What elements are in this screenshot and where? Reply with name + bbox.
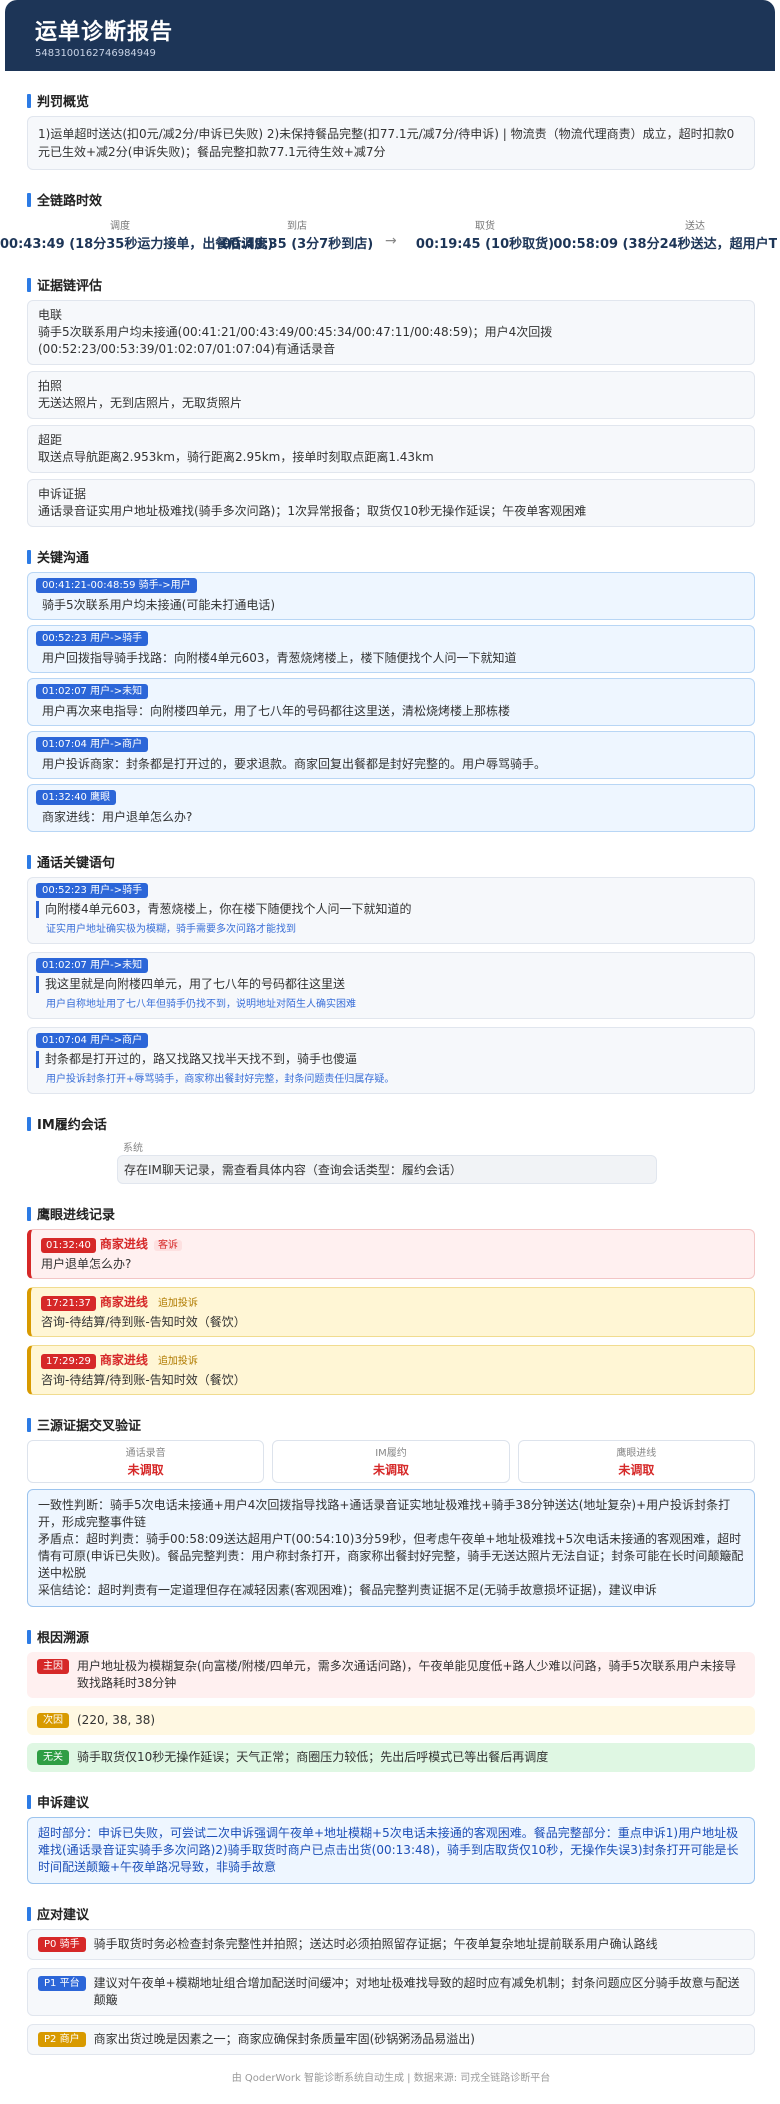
section-comm-title: 关键沟通 xyxy=(27,547,755,566)
response-merchant: P2 商户 商家出货过晚是因素之一；商家应确保封条质量牢固(砂锅粥汤品易溢出) xyxy=(27,2024,755,2055)
hawk-who: 商家进线 xyxy=(99,1237,148,1251)
section-appeal-title: 申诉建议 xyxy=(27,1792,755,1811)
evidence-appeal: 申诉证据 通话录音证实用户地址极难找(骑手多次问路)；1次异常报备；取货仅10秒… xyxy=(27,479,755,527)
call-quote: 封条都是打开过的，路又找路又找半天找不到，骑手也傻逼 xyxy=(36,1051,746,1068)
comm-tag: 01:32:40 鹰眼 xyxy=(36,790,117,805)
hawk-who: 商家进线 xyxy=(99,1353,148,1367)
section-im-title: IM履约会话 xyxy=(27,1114,755,1133)
section-triple-title: 三源证据交叉验证 xyxy=(27,1415,755,1434)
call-tag: 00:52:23 用户->骑手 xyxy=(36,883,149,898)
report-footer: 由 QoderWork 智能诊断系统自动生成 | 数据来源: 司戎全链路诊断平台 xyxy=(231,2073,551,2084)
comm-tag: 01:07:04 用户->商户 xyxy=(36,737,149,752)
status-badge: 未调取 xyxy=(127,1463,164,1477)
call-note: 用户投诉封条打开+辱骂骑手，商家称出餐封好完整，封条问题责任归属存疑。 xyxy=(46,1074,395,1085)
section-hawk-title: 鹰眼进线记录 xyxy=(27,1204,755,1223)
call-item: 01:07:04 用户->商户 封条都是打开过的，路又找路又找半天找不到，骑手也… xyxy=(27,1027,755,1094)
response-platform: P1 平台 建议对午夜单+模糊地址组合增加配送时间缓冲；对地址极难找导致的超时应有… xyxy=(27,1968,755,2016)
source-im-cell: IM履约 未调取 xyxy=(272,1440,510,1483)
section-bar xyxy=(27,277,31,292)
timeline-node-deliver: 送达 00:58:09 (38分24秒送达，超用户T3分59秒) xyxy=(553,221,777,252)
section-bar xyxy=(27,1629,31,1644)
im-message: 系统 存在IM聊天记录，需查看具体内容（查询会话类型：履约会话） xyxy=(27,1139,755,1184)
hawk-kind: 追加投诉 xyxy=(157,1356,198,1367)
section-bar xyxy=(27,1417,31,1432)
comm-tag: 00:52:23 用户->骑手 xyxy=(36,631,149,646)
hawk-kind: 客诉 xyxy=(153,1240,182,1251)
status-badge: 未调取 xyxy=(618,1463,655,1477)
hawk-kind: 追加投诉 xyxy=(157,1298,198,1309)
section-calls-title: 通话关键语句 xyxy=(27,852,755,871)
arrow-right-icon: → xyxy=(385,233,397,249)
call-quote: 我这里就是向附楼四单元，用了七八年的号码都往这里送 xyxy=(36,976,746,993)
hawk-record: 17:21:37 商家进线 追加投诉 咨询-待结算/待到账-告知时效（餐饮） xyxy=(27,1287,755,1337)
root-cause-main: 主因 用户地址极为模糊复杂(向富楼/附楼/四单元，需多次通话问路)，午夜单能见度低… xyxy=(27,1652,755,1698)
hawk-time: 17:21:37 xyxy=(41,1296,96,1311)
report-title: 运单诊断报告 xyxy=(35,20,174,45)
triple-source-cells: 通话录音 未调取 IM履约 未调取 鹰眼进线 未调取 xyxy=(27,1440,755,1483)
section-evidence-title: 证据链评估 xyxy=(27,275,755,294)
section-response-title: 应对建议 xyxy=(27,1904,755,1923)
timeline-node-dispatch: 调度 00:43:49 (18分35秒运力接单，出餐后调度) xyxy=(0,221,274,252)
hawk-record: 01:32:40 商家进线 客诉 用户退单怎么办? xyxy=(27,1229,755,1279)
hawk-time: 01:32:40 xyxy=(41,1238,96,1253)
section-bar xyxy=(27,1906,31,1921)
section-bar xyxy=(27,549,31,564)
comm-item: 00:52:23 用户->骑手 用户回拨指导骑手找路：向附楼4单元603，青葱烧烤… xyxy=(27,625,755,673)
hawk-who: 商家进线 xyxy=(99,1295,148,1309)
judgement-summary: 1)运单超时送达(扣0元/减2分/申诉已失败) 2)未保持餐品完整(扣77.1元… xyxy=(27,116,755,170)
root-cause-unrelated: 无关 骑手取货仅10秒无操作延误；天气正常；商圈压力较低；先出后呼模式已等出餐后再… xyxy=(27,1743,755,1772)
section-judgement-title: 判罚概览 xyxy=(27,91,755,110)
evidence-call: 电联 骑手5次联系用户均未接通(00:41:21/00:43:49/00:45:… xyxy=(27,300,755,365)
hawk-msg: 用户退单怎么办? xyxy=(41,1257,132,1271)
section-bar xyxy=(27,1116,31,1131)
section-bar xyxy=(27,93,31,108)
evidence-photo: 拍照 无送达照片，无到店照片，无取货照片 xyxy=(27,371,755,419)
hawk-msg: 咨询-待结算/待到账-告知时效（餐饮） xyxy=(41,1315,246,1329)
comm-item: 00:41:21-00:48:59 骑手->用户 骑手5次联系用户均未接通(可能未… xyxy=(27,572,755,620)
section-timeline-title: 全链路时效 xyxy=(27,190,755,209)
section-bar xyxy=(27,1794,31,1809)
report-page: 运单诊断报告 5483100162746984949 判罚概览 1)运单超时送达… xyxy=(0,0,777,2104)
call-tag: 01:02:07 用户->未知 xyxy=(36,958,149,973)
source-hawk-cell: 鹰眼进线 未调取 xyxy=(517,1440,755,1483)
comm-item: 01:32:40 鹰眼 商家进线：用户退单怎么办? xyxy=(27,784,755,832)
section-bar xyxy=(27,192,31,207)
comm-tag: 01:02:07 用户->未知 xyxy=(36,684,149,699)
section-root-title: 根因溯源 xyxy=(27,1627,755,1646)
timeline-node-arrive: 到店 00:49:35 (3分7秒到店) xyxy=(222,221,374,252)
appeal-advice: 超时部分：申诉已失败，可尝试二次申诉强调午夜单+地址模糊+5次电话未接通的客观困… xyxy=(27,1817,755,1884)
response-rider: P0 骑手 骑手取货时务必检查封条完整性并拍照；送达时必须拍照留存证据；午夜单复杂… xyxy=(27,1929,755,1960)
im-bubble: 存在IM聊天记录，需查看具体内容（查询会话类型：履约会话） xyxy=(117,1155,657,1184)
source-call-cell: 通话录音 未调取 xyxy=(27,1440,265,1483)
hawk-time: 17:29:29 xyxy=(41,1354,96,1369)
hawk-msg: 咨询-待结算/待到账-告知时效（餐饮） xyxy=(41,1373,246,1387)
section-bar xyxy=(27,1206,31,1221)
timeline: 调度 00:43:49 (18分35秒运力接单，出餐后调度) 到店 00:49:… xyxy=(0,215,777,255)
evidence-distance: 超距 取送点导航距离2.953km，骑行距离2.95km，接单时刻取点距离1.4… xyxy=(27,425,755,473)
hawk-record: 17:29:29 商家进线 追加投诉 咨询-待结算/待到账-告知时效（餐饮） xyxy=(27,1345,755,1395)
status-badge: 未调取 xyxy=(372,1463,409,1477)
call-item: 00:52:23 用户->骑手 向附楼4单元603，青葱烧楼上，你在楼下随便找个… xyxy=(27,877,755,944)
report-header: 运单诊断报告 5483100162746984949 xyxy=(5,0,775,71)
comm-item: 01:02:07 用户->未知 用户再次来电指导：向附楼四单元，用了七八年的号码都… xyxy=(27,678,755,726)
call-note: 用户自称地址用了七八年但骑手仍找不到，说明地址对陌生人确实困难 xyxy=(46,999,356,1010)
im-sender: 系统 xyxy=(123,1143,143,1154)
root-cause-secondary: 次因 (220, 38, 38) xyxy=(27,1706,755,1735)
comm-tag: 00:41:21-00:48:59 骑手->用户 xyxy=(36,578,197,593)
order-id: 5483100162746984949 xyxy=(35,48,156,59)
call-note: 证实用户地址确实极为模糊，骑手需要多次问路才能找到 xyxy=(46,924,296,935)
call-quote: 向附楼4单元603，青葱烧楼上，你在楼下随便找个人问一下就知道的 xyxy=(36,901,746,918)
cross-verdict: 一致性判断：骑手5次电话未接通+用户4次回拨指导找路+通话录音证实地址极难找+骑… xyxy=(27,1489,755,1607)
call-tag: 01:07:04 用户->商户 xyxy=(36,1033,149,1048)
comm-item: 01:07:04 用户->商户 用户投诉商家：封条都是打开过的，要求退款。商家回复… xyxy=(27,731,755,779)
section-bar xyxy=(27,854,31,869)
call-item: 01:02:07 用户->未知 我这里就是向附楼四单元，用了七八年的号码都往这里… xyxy=(27,952,755,1019)
